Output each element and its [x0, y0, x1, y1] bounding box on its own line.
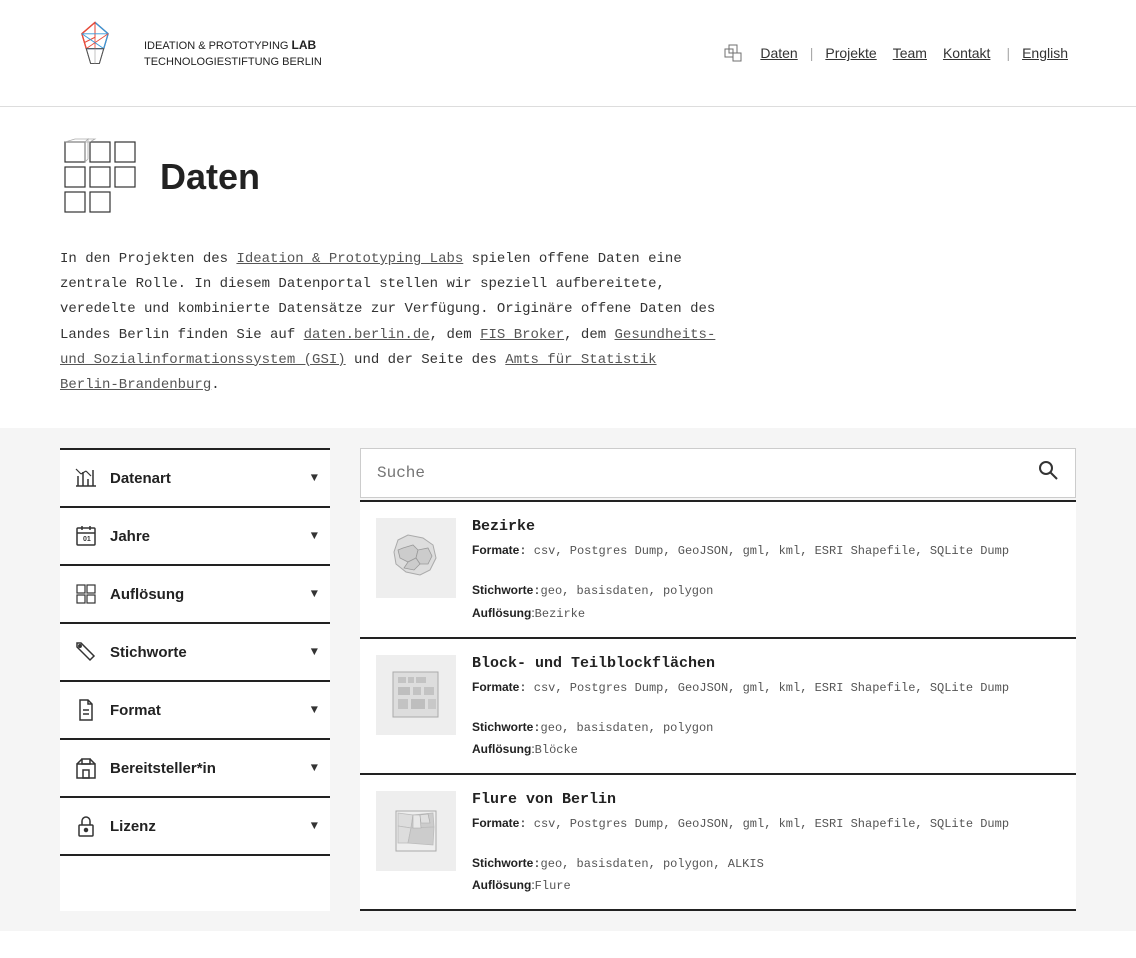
card-flure-title: Flure von Berlin — [472, 791, 1060, 808]
filter-aufloesung-label: Auflösung — [110, 586, 184, 603]
filter-bereitsteller-label: Bereitsteller*in — [110, 760, 216, 777]
formate-label: Formate — [472, 543, 519, 557]
results-area: Bezirke Formate: csv, Postgres Dump, Geo… — [360, 448, 1076, 911]
stichworte-label: Stichworte — [472, 583, 533, 597]
card-bezirke-content: Bezirke Formate: csv, Postgres Dump, Geo… — [472, 518, 1060, 620]
card-block-aufloesung: Blöcke — [535, 743, 578, 757]
nav-area: Daten | Projekte Team Kontakt | English — [722, 42, 1076, 64]
logo-area: IDEATION & PROTOTYPING LAB TECHNOLOGIEST… — [60, 18, 322, 88]
sidebar: Datenart ▼ 01 Jahre ▼ — [60, 448, 330, 911]
nav-english[interactable]: English — [1022, 45, 1068, 61]
filter-format-label: Format — [110, 702, 161, 719]
aufloesung-label-0: Auflösung — [472, 606, 531, 620]
main-nav: Daten | Projekte Team Kontakt | English — [752, 45, 1076, 61]
bereitsteller-icon — [72, 754, 100, 782]
filter-bereitsteller[interactable]: Bereitsteller*in ▼ — [60, 738, 330, 796]
aufloesung-label-2: Auflösung — [472, 878, 531, 892]
search-bar — [360, 448, 1076, 498]
card-block-formate: csv, Postgres Dump, GeoJSON, gml, kml, E… — [534, 681, 1009, 695]
main-content: Datenart ▼ 01 Jahre ▼ — [0, 428, 1136, 931]
filter-lizenz-label: Lizenz — [110, 818, 156, 835]
ideation-lab-link[interactable]: Ideation & Prototyping Labs — [236, 251, 463, 267]
nav-kontakt[interactable]: Kontakt — [943, 45, 990, 61]
card-flure-formate: csv, Postgres Dump, GeoJSON, gml, kml, E… — [534, 817, 1009, 831]
lizenz-icon — [72, 812, 100, 840]
nav-team[interactable]: Team — [893, 45, 927, 61]
card-bezirke-formate: csv, Postgres Dump, GeoJSON, gml, kml, E… — [534, 544, 1009, 558]
filter-lizenz[interactable]: Lizenz ▼ — [60, 796, 330, 856]
card-flure-stichworte: geo, basisdaten, polygon, ALKIS — [541, 857, 764, 871]
search-button[interactable] — [1021, 449, 1075, 497]
datenart-arrow: ▼ — [311, 471, 318, 485]
logo-icon — [60, 18, 130, 88]
card-block-image — [376, 655, 456, 735]
intro-paragraph: In den Projekten des Ideation & Prototyp… — [60, 247, 720, 398]
filter-format[interactable]: Format ▼ — [60, 680, 330, 738]
card-flure-aufloesung: Flure — [535, 879, 571, 893]
aufloesung-icon — [72, 580, 100, 608]
format-arrow: ▼ — [311, 703, 318, 717]
page-title: Daten — [160, 156, 260, 198]
card-block[interactable]: Block- und Teilblockflächen Formate: csv… — [360, 637, 1076, 773]
aufloesung-label-1: Auflösung — [472, 742, 531, 756]
svg-text:01: 01 — [83, 536, 91, 543]
card-block-content: Block- und Teilblockflächen Formate: csv… — [472, 655, 1060, 757]
bereitsteller-arrow: ▼ — [311, 761, 318, 775]
card-flure[interactable]: Flure von Berlin Formate: csv, Postgres … — [360, 773, 1076, 911]
stichworte-arrow: ▼ — [311, 645, 318, 659]
card-block-title: Block- und Teilblockflächen — [472, 655, 1060, 672]
jahre-icon: 01 — [72, 522, 100, 550]
search-input[interactable] — [361, 452, 1021, 494]
filter-stichworte[interactable]: Stichworte ▼ — [60, 622, 330, 680]
jahre-arrow: ▼ — [311, 529, 318, 543]
header: IDEATION & PROTOTYPING LAB TECHNOLOGIEST… — [0, 0, 1136, 107]
card-flure-image — [376, 791, 456, 871]
intro-section: In den Projekten des Ideation & Prototyp… — [0, 227, 780, 428]
card-block-stichworte: geo, basisdaten, polygon — [541, 721, 714, 735]
daten-berlin-link[interactable]: daten.berlin.de — [304, 327, 430, 343]
hero-icon — [60, 137, 140, 217]
stichworte-label-1: Stichworte — [472, 720, 533, 734]
filter-jahre[interactable]: 01 Jahre ▼ — [60, 506, 330, 564]
formate-label-2: Formate — [472, 816, 519, 830]
logo-text: IDEATION & PROTOTYPING LAB TECHNOLOGIEST… — [144, 36, 322, 71]
card-bezirke-stichworte: geo, basisdaten, polygon — [541, 584, 714, 598]
datenart-icon — [72, 464, 100, 492]
card-bezirke-title: Bezirke — [472, 518, 1060, 535]
formate-label-1: Formate — [472, 680, 519, 694]
stichworte-icon — [72, 638, 100, 666]
filter-datenart[interactable]: Datenart ▼ — [60, 448, 330, 506]
card-bezirke[interactable]: Bezirke Formate: csv, Postgres Dump, Geo… — [360, 500, 1076, 636]
nav-daten[interactable]: Daten — [760, 45, 797, 61]
card-bezirke-image — [376, 518, 456, 598]
nav-cube-icon — [722, 42, 744, 64]
lizenz-arrow: ▼ — [311, 819, 318, 833]
nav-projekte[interactable]: Projekte — [825, 45, 876, 61]
card-bezirke-aufloesung: Bezirke — [535, 607, 585, 621]
hero-section: Daten — [0, 107, 1136, 227]
stichworte-label-2: Stichworte — [472, 856, 533, 870]
filter-aufloesung[interactable]: Auflösung ▼ — [60, 564, 330, 622]
filter-stichworte-label: Stichworte — [110, 644, 187, 661]
filter-jahre-label: Jahre — [110, 528, 150, 545]
card-flure-content: Flure von Berlin Formate: csv, Postgres … — [472, 791, 1060, 893]
format-icon — [72, 696, 100, 724]
aufloesung-arrow: ▼ — [311, 587, 318, 601]
filter-datenart-label: Datenart — [110, 470, 171, 487]
fis-broker-link[interactable]: FIS Broker — [480, 327, 564, 343]
